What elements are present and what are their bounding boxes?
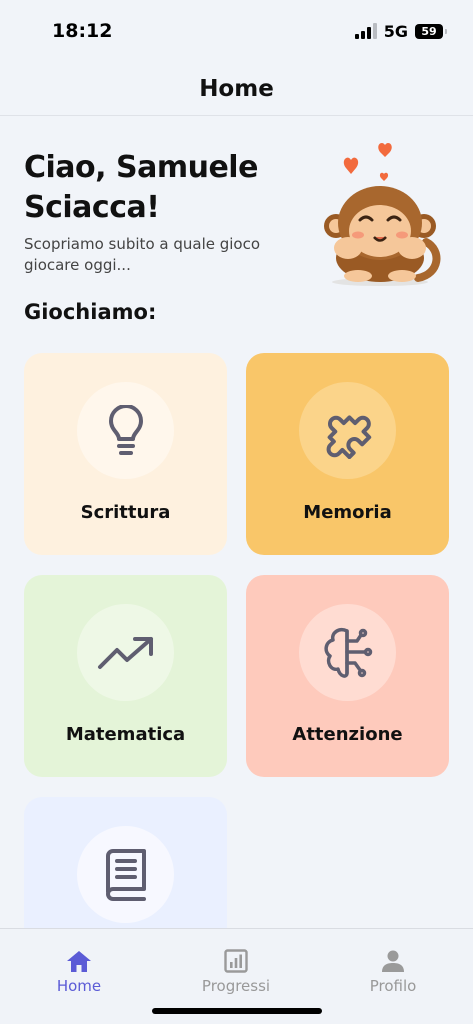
status-bar: 18:12 5G 59	[0, 0, 473, 62]
user-icon	[382, 950, 404, 972]
signal-icon	[354, 23, 377, 39]
book-icon	[105, 848, 146, 901]
brain-icon	[323, 627, 372, 678]
nav-item-progressi[interactable]: Progressi	[176, 949, 296, 995]
home-icon	[67, 951, 91, 972]
puzzle-icon-circle	[299, 382, 396, 479]
network-label: 5G	[383, 21, 408, 41]
trending-up-icon-circle	[77, 604, 174, 701]
game-card-matematica[interactable]: Matematica	[24, 575, 227, 777]
nav-item-home[interactable]: Home	[19, 949, 139, 995]
status-time: 18:12	[52, 20, 113, 42]
home-indicator	[152, 1008, 322, 1014]
game-card-label: Scrittura	[80, 502, 171, 523]
lightbulb-icon	[108, 404, 143, 455]
game-card-label: Memoria	[303, 502, 392, 523]
lightbulb-icon-circle	[77, 382, 174, 479]
monkey-mascot-image	[324, 142, 441, 286]
top-header: Home	[0, 62, 473, 116]
game-card-label: Matematica	[65, 724, 186, 745]
battery-icon: 59	[415, 23, 447, 39]
trending-up-icon	[97, 636, 153, 669]
section-title: Giochiamo:	[24, 300, 157, 324]
chart-icon	[224, 949, 248, 973]
page-title: Home	[199, 75, 274, 102]
game-card-attenzione[interactable]: Attenzione	[246, 575, 449, 777]
greeting-title: Ciao, Samuele Sciacca!	[24, 150, 258, 225]
puzzle-icon	[326, 414, 371, 459]
book-icon-circle	[77, 826, 174, 923]
greeting: Ciao, Samuele Sciacca! Scopriamo subito …	[24, 148, 309, 276]
nav-label-profilo: Profilo	[369, 977, 417, 995]
battery-level: 59	[421, 24, 437, 38]
game-card-memoria[interactable]: Memoria	[246, 353, 449, 555]
brain-icon-circle	[299, 604, 396, 701]
nav-label-progressi: Progressi	[201, 977, 271, 995]
game-card-label: Attenzione	[292, 724, 403, 745]
status-indicators: 5G 59	[354, 20, 447, 42]
game-card-scrittura[interactable]: Scrittura	[24, 353, 227, 555]
greeting-subtitle: Scopriamo subito a quale gioco giocare o…	[24, 235, 261, 274]
nav-label-home: Home	[56, 977, 102, 995]
nav-item-profilo[interactable]: Profilo	[333, 949, 453, 995]
